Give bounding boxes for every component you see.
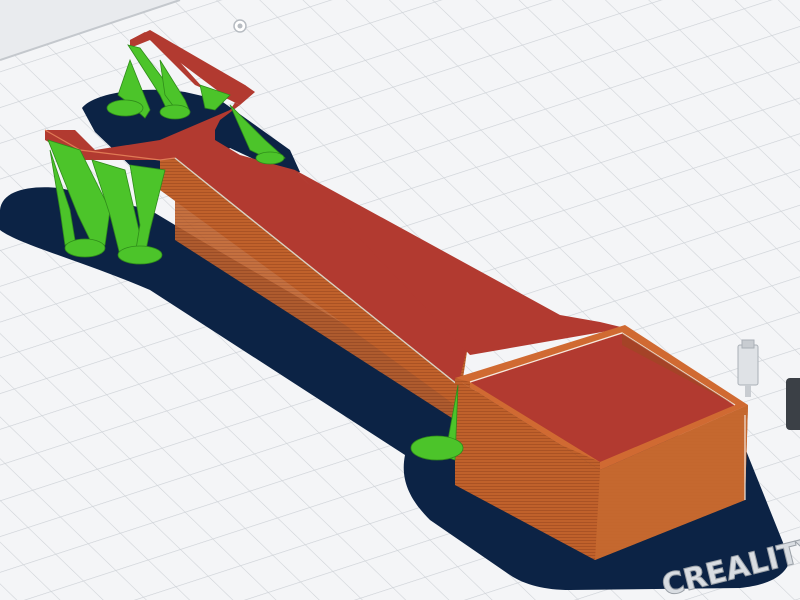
origin-marker-icon — [233, 19, 247, 33]
slicer-3d-viewport[interactable]: CREALITY — [0, 0, 800, 600]
side-panel-toggle[interactable] — [786, 378, 800, 430]
